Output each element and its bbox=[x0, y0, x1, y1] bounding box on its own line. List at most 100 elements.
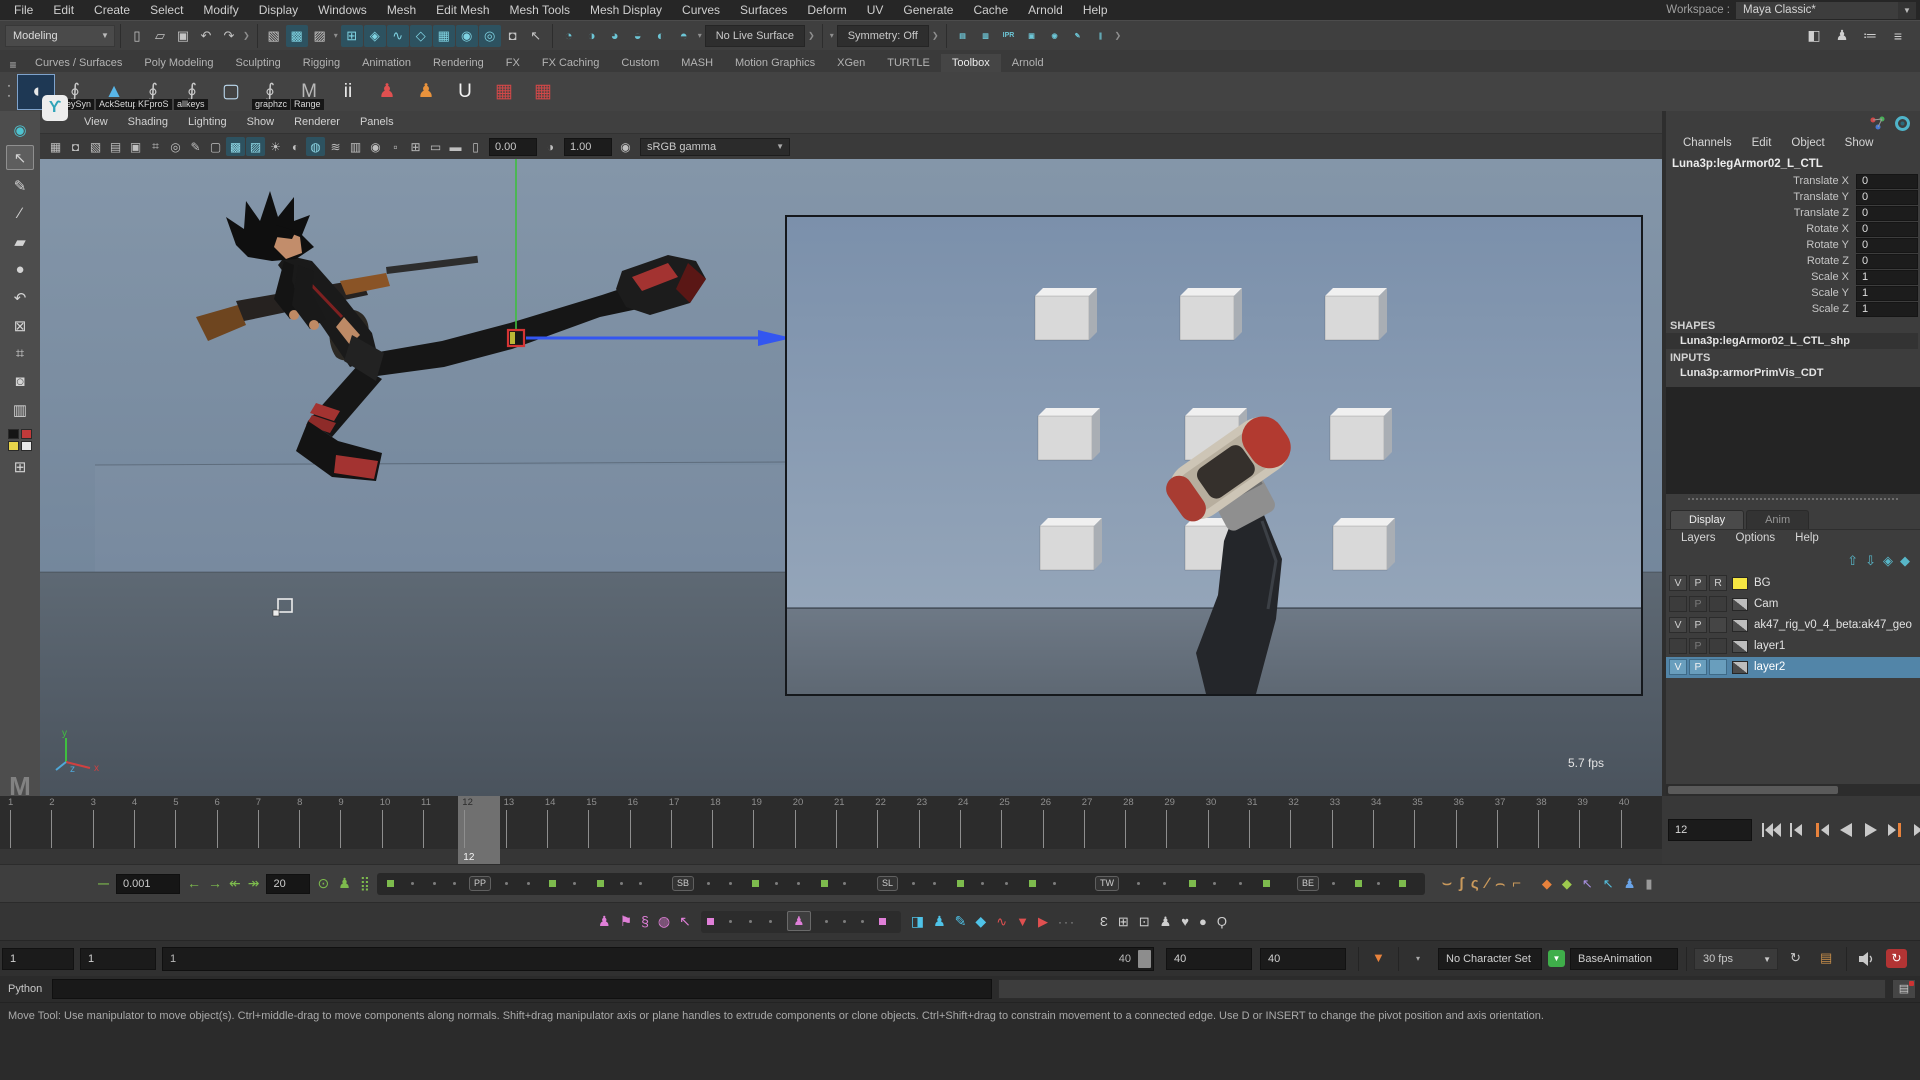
menu-item[interactable]: Deform bbox=[797, 1, 856, 19]
attribute-value-field[interactable]: 0 bbox=[1856, 222, 1918, 237]
panel-menu-item[interactable]: Panels bbox=[350, 114, 404, 130]
track-marker[interactable] bbox=[707, 882, 710, 885]
new-scene-icon[interactable]: ▯ bbox=[126, 25, 148, 47]
pencil-tool-icon[interactable]: ✎ bbox=[6, 173, 34, 198]
layer-color-swatch[interactable] bbox=[1732, 619, 1748, 632]
attribute-label[interactable]: Rotate Y bbox=[1666, 239, 1856, 251]
timeline-frame-11[interactable]: 11 bbox=[417, 796, 458, 864]
motion-blur-icon[interactable]: ≋ bbox=[326, 137, 345, 156]
track-marker[interactable] bbox=[729, 882, 732, 885]
menu-item[interactable]: Cache bbox=[963, 1, 1018, 19]
pointer-plus-icon[interactable]: ↖ bbox=[1582, 876, 1593, 892]
attribute-label[interactable]: Scale Z bbox=[1666, 303, 1856, 315]
script-e-icon[interactable]: Ɛ bbox=[1100, 914, 1108, 930]
menu-item[interactable]: File bbox=[4, 1, 43, 19]
dot-tool-icon[interactable]: ● bbox=[6, 257, 34, 282]
grid-tool-icon[interactable]: ⊞ bbox=[1118, 914, 1129, 930]
track-marker[interactable] bbox=[1239, 882, 1242, 885]
walk-cycle-icon[interactable]: ♟ bbox=[933, 913, 946, 930]
select-object-icon[interactable]: ▩ bbox=[286, 25, 308, 47]
tangent-step-icon[interactable]: ⌐ bbox=[1512, 875, 1521, 892]
attribute-value-field[interactable]: 0 bbox=[1856, 238, 1918, 253]
layer-color-swatch[interactable] bbox=[1732, 640, 1748, 653]
shelf-tab[interactable]: Animation bbox=[351, 54, 422, 72]
range-slider[interactable]: 1 40 bbox=[162, 947, 1154, 971]
track-marker[interactable] bbox=[1377, 882, 1380, 885]
timeline-frame-1[interactable]: 1 bbox=[4, 796, 45, 864]
shape-node[interactable]: Luna3p:legArmor02_L_CTL_shp bbox=[1666, 333, 1918, 349]
save-scene-icon[interactable]: ▣ bbox=[172, 25, 194, 47]
timeline-frame-17[interactable]: 17 bbox=[665, 796, 706, 864]
menu-item[interactable]: Help bbox=[1073, 1, 1118, 19]
attribute-value-field[interactable]: 1 bbox=[1856, 270, 1918, 285]
selected-object-name[interactable]: Luna3p:legArmor02_L_CTL bbox=[1666, 155, 1920, 173]
film-gate-icon[interactable]: ▯ bbox=[466, 137, 485, 156]
layer-editor-tab[interactable]: Anim bbox=[1746, 510, 1809, 529]
menu-set-selector[interactable]: Modeling ▼ bbox=[5, 25, 115, 47]
pose-track[interactable]: ♟ bbox=[701, 911, 901, 933]
track-marker[interactable]: SB bbox=[672, 876, 694, 891]
layer-name[interactable]: BG bbox=[1750, 577, 1771, 589]
track-marker[interactable] bbox=[1355, 880, 1362, 887]
animation-layer-key-icon[interactable]: ▼ bbox=[1548, 950, 1565, 967]
layer-editor-menu[interactable]: Options bbox=[1727, 530, 1785, 549]
timeline-frame-16[interactable]: 16 bbox=[624, 796, 665, 864]
clipboard-tool-icon[interactable]: ▥ bbox=[6, 397, 34, 422]
timeline-frame-23[interactable]: 23 bbox=[913, 796, 954, 864]
chevron-down-icon[interactable]: ▼ bbox=[1898, 2, 1916, 19]
undo-tool-icon[interactable]: ↶ bbox=[6, 285, 34, 310]
menu-item[interactable]: Edit Mesh bbox=[426, 1, 499, 19]
python-kfpros-tool[interactable]: ∮ KFproS bbox=[134, 74, 172, 110]
track-marker[interactable] bbox=[620, 882, 623, 885]
range-tool[interactable]: M Range bbox=[290, 74, 328, 110]
timeline-frame-40[interactable]: 40 bbox=[1615, 796, 1656, 864]
track-marker[interactable] bbox=[1137, 882, 1140, 885]
frame-count-field[interactable]: 20 bbox=[266, 874, 310, 894]
shelf-tab[interactable]: Arnold bbox=[1001, 54, 1055, 72]
create-empty-layer-icon[interactable]: ◈ bbox=[1883, 553, 1893, 569]
attribute-value-field[interactable]: 0 bbox=[1856, 190, 1918, 205]
attribute-label[interactable]: Translate X bbox=[1666, 175, 1856, 187]
timeline-frame-15[interactable]: 15 bbox=[582, 796, 623, 864]
layout-grid-tool-icon[interactable]: ⊞ bbox=[6, 454, 34, 479]
pose-marker[interactable] bbox=[729, 920, 732, 923]
shelf-tab[interactable]: FX bbox=[495, 54, 531, 72]
layer-display-type-toggle[interactable] bbox=[1709, 617, 1727, 633]
group-collapse-caret[interactable]: ❯ bbox=[241, 31, 252, 40]
layer-name[interactable]: ak47_rig_v0_4_beta:ak47_geo bbox=[1750, 619, 1912, 631]
channel-box-menu[interactable]: Object bbox=[1782, 135, 1833, 155]
track-marker[interactable] bbox=[1163, 882, 1166, 885]
select-hierarchy-icon[interactable]: ▧ bbox=[263, 25, 285, 47]
command-input[interactable] bbox=[52, 979, 992, 999]
key-back-icon[interactable]: ↞ bbox=[229, 875, 241, 892]
key-marker-orange-icon[interactable]: ◆ bbox=[1542, 876, 1552, 892]
tangent-spline-icon[interactable]: ʃ bbox=[1459, 875, 1464, 892]
tangent-auto-icon[interactable]: ⌣ bbox=[1442, 875, 1452, 892]
walk-person-icon[interactable]: ♟ bbox=[1624, 876, 1636, 892]
curves-red-icon[interactable]: ∿ bbox=[996, 914, 1007, 930]
current-frame-field[interactable]: 12 bbox=[1668, 819, 1752, 841]
track-marker[interactable]: TW bbox=[1095, 876, 1119, 891]
move-layer-down-icon[interactable]: ⇩ bbox=[1865, 553, 1876, 569]
step-back-frame-button[interactable] bbox=[1784, 820, 1808, 840]
timeline-frame-5[interactable]: 5 bbox=[169, 796, 210, 864]
press-icon[interactable]: ◨ bbox=[911, 913, 924, 930]
layer-playback-toggle[interactable]: P bbox=[1689, 596, 1707, 612]
panel-menu-item[interactable]: Show bbox=[237, 114, 285, 130]
exposure-icon[interactable]: ◑ bbox=[541, 137, 560, 156]
timeline-frame-12[interactable]: 1212 bbox=[458, 796, 499, 864]
timeline-frame-26[interactable]: 26 bbox=[1037, 796, 1078, 864]
cell-tool-icon[interactable]: ⊡ bbox=[1139, 914, 1150, 930]
playback-loop-icon[interactable]: ↻ bbox=[1790, 950, 1801, 966]
timeline-frame-25[interactable]: 25 bbox=[995, 796, 1036, 864]
timeline-frame-10[interactable]: 10 bbox=[376, 796, 417, 864]
attribute-label[interactable]: Scale X bbox=[1666, 271, 1856, 283]
open-scene-icon[interactable]: ▱ bbox=[149, 25, 171, 47]
track-marker[interactable] bbox=[453, 882, 456, 885]
menu-item[interactable]: Curves bbox=[672, 1, 730, 19]
folder-tool[interactable]: ▢ bbox=[212, 74, 250, 110]
attribute-editor-icon[interactable]: ≔ bbox=[1859, 25, 1881, 47]
chevron-down-icon[interactable]: ▾ bbox=[1416, 954, 1420, 963]
timeline-frame-34[interactable]: 34 bbox=[1367, 796, 1408, 864]
menu-item[interactable]: Edit bbox=[43, 1, 84, 19]
